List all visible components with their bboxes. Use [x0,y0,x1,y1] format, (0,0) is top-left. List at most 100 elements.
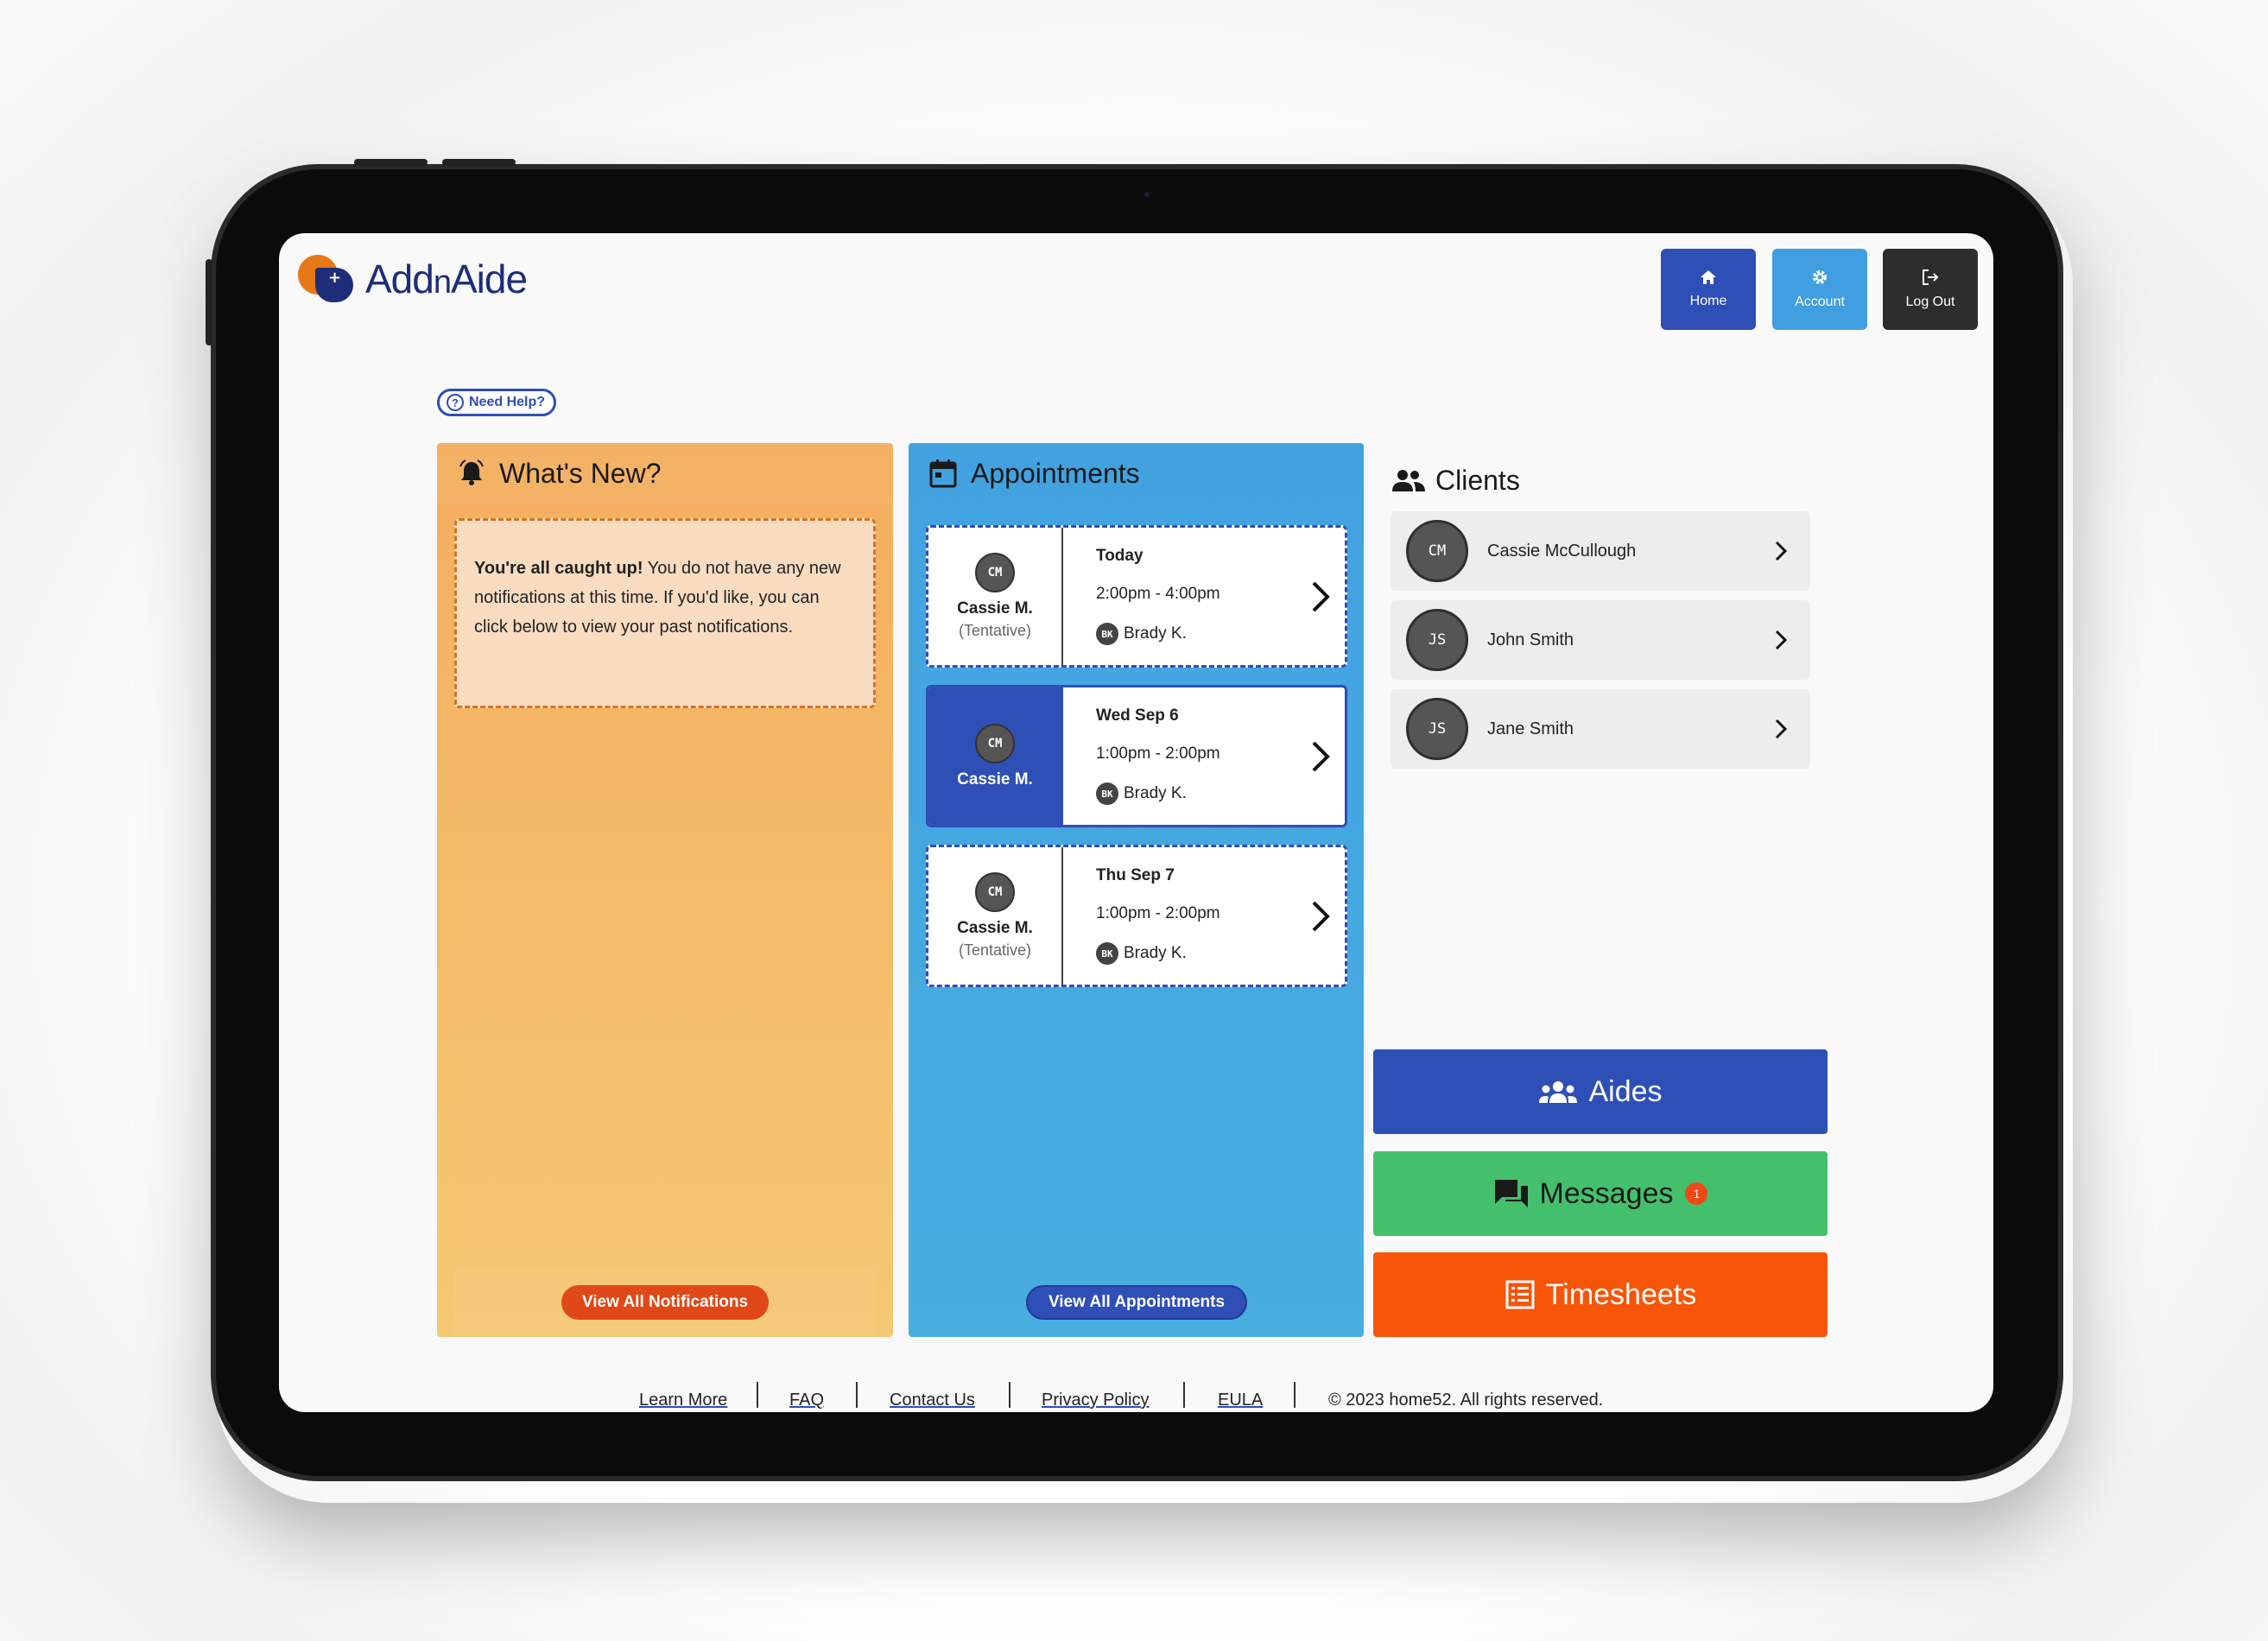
logout-label: Log Out [1905,295,1955,309]
aide-name: Brady K. [1124,624,1187,643]
footer-divider [1183,1382,1185,1408]
appointments-footer: View All Appointments [926,1268,1347,1337]
power-button [206,259,212,345]
appointment-aide: BK Brady K. [1096,782,1345,805]
account-button[interactable]: Account [1772,249,1867,330]
chat-icon [1493,1178,1530,1209]
aides-icon [1538,1080,1578,1104]
account-label: Account [1795,295,1845,309]
appointment-aide: BK Brady K. [1096,623,1345,645]
appointment-details: Today 2:00pm - 4:00pm BK Brady K. [1063,528,1345,665]
chevron-right-icon [1312,901,1330,932]
messages-label: Messages [1539,1176,1674,1210]
appointment-client: CM Cassie M. (Tentative) [928,847,1063,985]
need-help-label: Need Help? [469,395,546,409]
chevron-right-icon [1775,541,1788,561]
appointments-card: Appointments CM Cassie M. (Tentative) To… [909,443,1364,1337]
chevron-right-icon [1312,581,1330,612]
volume-button [442,159,516,166]
copyright-text: © 2023 home52. All rights reserved. [1328,1391,1604,1410]
home-button[interactable]: Home [1661,249,1756,330]
bell-icon [456,458,487,489]
client-avatar: JS [1406,698,1468,760]
users-icon [1392,470,1425,491]
need-help-button[interactable]: ? Need Help? [437,389,557,416]
client-name: John Smith [1487,630,1574,649]
chevron-right-icon [1312,741,1330,772]
camera [1144,192,1150,197]
chevron-right-icon [1775,719,1788,739]
appointments-title: Appointments [971,457,1140,489]
appointments-header: Appointments [909,443,1364,504]
gear-icon [1811,269,1828,289]
whats-new-header: What's New? [437,443,893,504]
client-avatar: CM [975,553,1015,592]
chevron-right-icon [1775,630,1788,650]
volume-button [354,159,428,166]
view-all-appointments-button[interactable]: View All Appointments [1025,1285,1248,1320]
footer-divider [856,1382,858,1408]
client-row[interactable]: CM Cassie McCullough [1391,511,1810,591]
notification-empty-message: You're all caught up! You do not have an… [454,518,876,708]
question-icon: ? [447,394,464,411]
whats-new-footer: View All Notifications [454,1268,876,1337]
clients-header: Clients [1391,460,1520,500]
appointment-status: (Tentative) [958,941,1032,959]
view-all-notifications-button[interactable]: View All Notifications [561,1285,770,1320]
footer-divider [1294,1382,1296,1408]
footer-divider [1009,1382,1010,1408]
client-name: Cassie M. [957,599,1033,618]
appointment-details: Thu Sep 7 1:00pm - 2:00pm BK Brady K. [1063,847,1345,985]
client-row[interactable]: JS John Smith [1391,600,1810,680]
appointment-card[interactable]: CM Cassie M. (Tentative) Today 2:00pm - … [926,525,1347,668]
whats-new-card: What's New? You're all caught up! You do… [437,443,893,1337]
calendar-icon [928,458,959,489]
privacy-policy-link[interactable]: Privacy Policy [1042,1391,1149,1410]
clients-title: Clients [1435,464,1520,496]
client-name: Cassie M. [957,919,1033,937]
unread-count-badge: 1 [1685,1182,1708,1205]
timesheets-label: Timesheets [1545,1277,1697,1311]
aides-button[interactable]: Aides [1373,1049,1828,1134]
brand-logo[interactable]: + AddnAide [298,252,574,304]
footer-divider [757,1382,758,1408]
home-label: Home [1689,294,1727,308]
brand-name: AddnAide [365,257,528,301]
appointment-client: CM Cassie M. (Tentative) [928,528,1063,665]
client-name: Cassie M. [957,770,1033,789]
logout-button[interactable]: Log Out [1883,249,1978,330]
client-avatar: CM [975,872,1015,912]
timesheets-button[interactable]: Timesheets [1373,1252,1828,1337]
notice-headline: You're all caught up! [474,559,643,578]
footer: Learn More FAQ Contact Us Privacy Policy… [279,1382,1993,1412]
contact-us-link[interactable]: Contact Us [890,1391,975,1410]
appointment-details: Wed Sep 6 1:00pm - 2:00pm BK Brady K. [1063,687,1345,825]
client-avatar: CM [975,723,1015,763]
home-icon [1700,269,1717,288]
eula-link[interactable]: EULA [1218,1391,1263,1410]
client-row[interactable]: JS Jane Smith [1391,689,1810,769]
appointment-client: CM Cassie M. [928,687,1063,825]
faq-link[interactable]: FAQ [789,1391,824,1410]
logout-icon [1921,269,1940,289]
logo-icon: + [298,252,358,304]
aide-avatar: BK [1096,942,1118,965]
client-name: Jane Smith [1487,719,1574,738]
client-name: Cassie McCullough [1487,541,1637,561]
client-avatar: JS [1406,609,1468,671]
aide-name: Brady K. [1124,944,1187,962]
appointment-card[interactable]: CM Cassie M. Wed Sep 6 1:00pm - 2:00pm B… [926,685,1347,827]
aide-avatar: BK [1096,623,1118,645]
aide-avatar: BK [1096,782,1118,805]
appointment-aide: BK Brady K. [1096,942,1345,965]
timesheet-icon [1505,1279,1536,1310]
aides-label: Aides [1588,1074,1663,1108]
appointment-status: (Tentative) [958,622,1032,639]
aide-name: Brady K. [1124,784,1187,802]
client-avatar: CM [1406,520,1468,582]
app-screen: + AddnAide Home Account Log Out ? Need H… [279,233,1993,1412]
appointment-card[interactable]: CM Cassie M. (Tentative) Thu Sep 7 1:00p… [926,845,1347,987]
learn-more-link[interactable]: Learn More [639,1391,727,1410]
whats-new-title: What's New? [499,457,662,489]
messages-button[interactable]: Messages 1 [1373,1151,1828,1236]
